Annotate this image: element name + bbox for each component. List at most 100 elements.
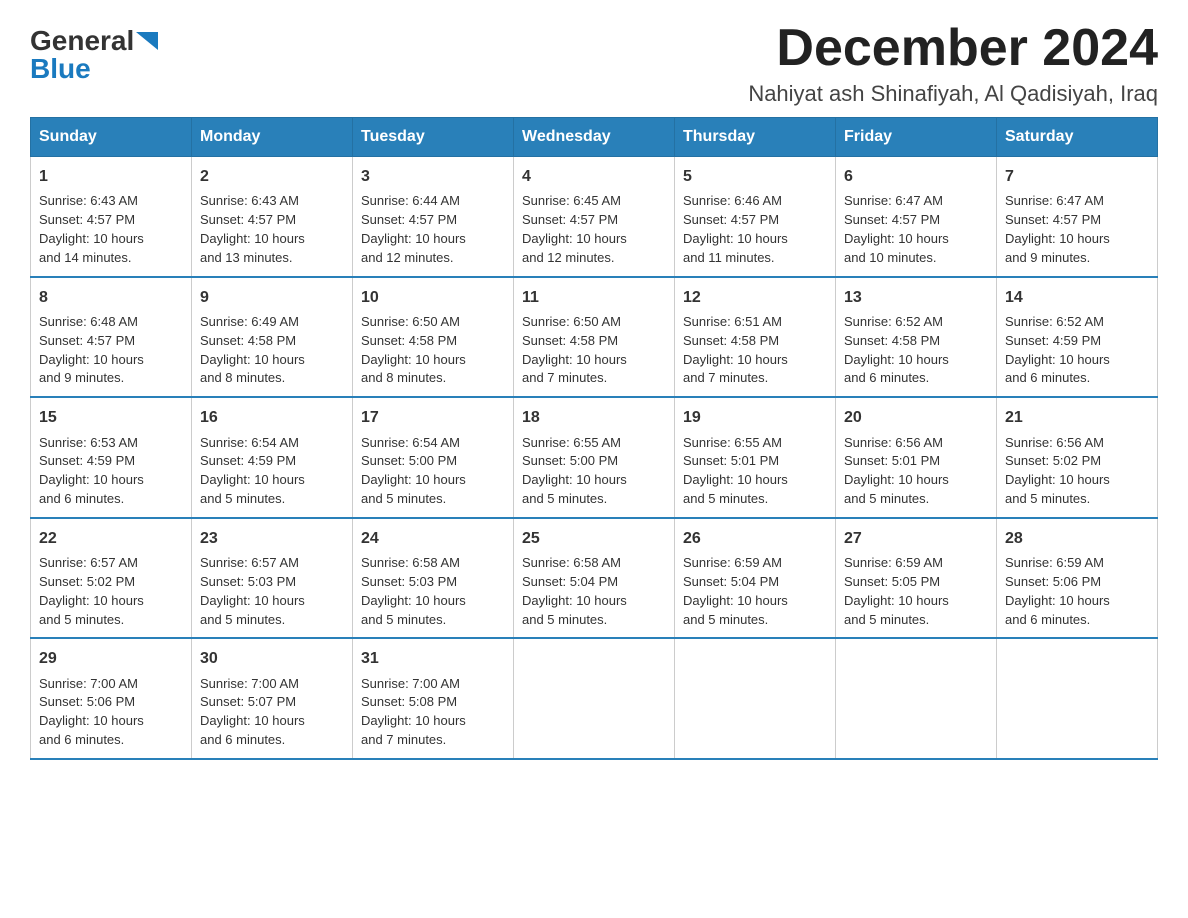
sunrise-label: Sunrise: 6:58 AM: [361, 555, 460, 570]
daylight-label: Daylight: 10 hours: [844, 352, 949, 367]
col-sunday: Sunday: [31, 118, 192, 157]
daylight-minutes: and 8 minutes.: [361, 370, 446, 385]
sunset-label: Sunset: 5:03 PM: [361, 574, 457, 589]
day-number: 24: [361, 527, 505, 550]
cell-w5-d1: 30 Sunrise: 7:00 AM Sunset: 5:07 PM Dayl…: [192, 638, 353, 759]
sunset-label: Sunset: 5:03 PM: [200, 574, 296, 589]
sunset-label: Sunset: 4:57 PM: [39, 212, 135, 227]
day-number: 6: [844, 165, 988, 188]
sunrise-label: Sunrise: 7:00 AM: [361, 676, 460, 691]
sunrise-label: Sunrise: 6:59 AM: [1005, 555, 1104, 570]
daylight-label: Daylight: 10 hours: [39, 352, 144, 367]
sunset-label: Sunset: 4:58 PM: [200, 333, 296, 348]
daylight-label: Daylight: 10 hours: [361, 472, 466, 487]
daylight-minutes: and 9 minutes.: [39, 370, 124, 385]
day-number: 22: [39, 527, 183, 550]
sunrise-label: Sunrise: 6:43 AM: [39, 193, 138, 208]
sunrise-label: Sunrise: 6:55 AM: [683, 435, 782, 450]
sunrise-label: Sunrise: 6:59 AM: [683, 555, 782, 570]
daylight-minutes: and 6 minutes.: [200, 732, 285, 747]
sunset-label: Sunset: 5:06 PM: [39, 694, 135, 709]
daylight-minutes: and 6 minutes.: [1005, 370, 1090, 385]
cell-w5-d0: 29 Sunrise: 7:00 AM Sunset: 5:06 PM Dayl…: [31, 638, 192, 759]
day-number: 13: [844, 286, 988, 309]
cell-w1-d6: 7 Sunrise: 6:47 AM Sunset: 4:57 PM Dayli…: [997, 157, 1158, 277]
day-number: 20: [844, 406, 988, 429]
daylight-label: Daylight: 10 hours: [683, 593, 788, 608]
location-title: Nahiyat ash Shinafiyah, Al Qadisiyah, Ir…: [748, 81, 1158, 107]
daylight-label: Daylight: 10 hours: [683, 352, 788, 367]
sunrise-label: Sunrise: 6:56 AM: [844, 435, 943, 450]
cell-w2-d4: 12 Sunrise: 6:51 AM Sunset: 4:58 PM Dayl…: [675, 277, 836, 398]
title-section: December 2024 Nahiyat ash Shinafiyah, Al…: [748, 20, 1158, 107]
calendar-header-row: Sunday Monday Tuesday Wednesday Thursday…: [31, 118, 1158, 157]
daylight-label: Daylight: 10 hours: [844, 472, 949, 487]
sunset-label: Sunset: 4:57 PM: [844, 212, 940, 227]
sunset-label: Sunset: 5:04 PM: [683, 574, 779, 589]
cell-w3-d2: 17 Sunrise: 6:54 AM Sunset: 5:00 PM Dayl…: [353, 397, 514, 518]
daylight-minutes: and 7 minutes.: [361, 732, 446, 747]
cell-w2-d6: 14 Sunrise: 6:52 AM Sunset: 4:59 PM Dayl…: [997, 277, 1158, 398]
daylight-label: Daylight: 10 hours: [200, 231, 305, 246]
logo-icon: General Blue: [30, 25, 158, 85]
cell-w2-d5: 13 Sunrise: 6:52 AM Sunset: 4:58 PM Dayl…: [836, 277, 997, 398]
sunrise-label: Sunrise: 6:57 AM: [200, 555, 299, 570]
daylight-label: Daylight: 10 hours: [1005, 472, 1110, 487]
cell-w1-d0: 1 Sunrise: 6:43 AM Sunset: 4:57 PM Dayli…: [31, 157, 192, 277]
daylight-label: Daylight: 10 hours: [39, 593, 144, 608]
daylight-minutes: and 5 minutes.: [200, 612, 285, 627]
daylight-label: Daylight: 10 hours: [1005, 352, 1110, 367]
daylight-label: Daylight: 10 hours: [361, 231, 466, 246]
daylight-label: Daylight: 10 hours: [200, 352, 305, 367]
sunset-label: Sunset: 5:08 PM: [361, 694, 457, 709]
col-saturday: Saturday: [997, 118, 1158, 157]
daylight-minutes: and 5 minutes.: [683, 491, 768, 506]
daylight-label: Daylight: 10 hours: [522, 472, 627, 487]
cell-w4-d2: 24 Sunrise: 6:58 AM Sunset: 5:03 PM Dayl…: [353, 518, 514, 639]
sunset-label: Sunset: 5:07 PM: [200, 694, 296, 709]
sunset-label: Sunset: 4:57 PM: [200, 212, 296, 227]
cell-w3-d4: 19 Sunrise: 6:55 AM Sunset: 5:01 PM Dayl…: [675, 397, 836, 518]
sunset-label: Sunset: 5:04 PM: [522, 574, 618, 589]
sunset-label: Sunset: 4:59 PM: [200, 453, 296, 468]
cell-w5-d4: [675, 638, 836, 759]
cell-w1-d1: 2 Sunrise: 6:43 AM Sunset: 4:57 PM Dayli…: [192, 157, 353, 277]
sunrise-label: Sunrise: 6:54 AM: [361, 435, 460, 450]
logo: General Blue: [30, 25, 158, 85]
sunset-label: Sunset: 5:02 PM: [1005, 453, 1101, 468]
daylight-label: Daylight: 10 hours: [1005, 593, 1110, 608]
sunrise-label: Sunrise: 6:47 AM: [1005, 193, 1104, 208]
sunrise-label: Sunrise: 6:57 AM: [39, 555, 138, 570]
daylight-label: Daylight: 10 hours: [844, 593, 949, 608]
sunrise-label: Sunrise: 6:52 AM: [1005, 314, 1104, 329]
cell-w3-d0: 15 Sunrise: 6:53 AM Sunset: 4:59 PM Dayl…: [31, 397, 192, 518]
cell-w4-d5: 27 Sunrise: 6:59 AM Sunset: 5:05 PM Dayl…: [836, 518, 997, 639]
sunrise-label: Sunrise: 6:46 AM: [683, 193, 782, 208]
day-number: 1: [39, 165, 183, 188]
daylight-minutes: and 5 minutes.: [522, 491, 607, 506]
daylight-label: Daylight: 10 hours: [522, 352, 627, 367]
cell-w5-d6: [997, 638, 1158, 759]
sunset-label: Sunset: 5:00 PM: [361, 453, 457, 468]
daylight-label: Daylight: 10 hours: [683, 231, 788, 246]
daylight-minutes: and 6 minutes.: [1005, 612, 1090, 627]
day-number: 11: [522, 286, 666, 309]
daylight-minutes: and 5 minutes.: [522, 612, 607, 627]
day-number: 21: [1005, 406, 1149, 429]
sunset-label: Sunset: 4:59 PM: [39, 453, 135, 468]
daylight-label: Daylight: 10 hours: [844, 231, 949, 246]
day-number: 8: [39, 286, 183, 309]
daylight-minutes: and 5 minutes.: [39, 612, 124, 627]
daylight-minutes: and 7 minutes.: [683, 370, 768, 385]
sunrise-label: Sunrise: 6:43 AM: [200, 193, 299, 208]
daylight-label: Daylight: 10 hours: [39, 472, 144, 487]
day-number: 14: [1005, 286, 1149, 309]
day-number: 7: [1005, 165, 1149, 188]
col-wednesday: Wednesday: [514, 118, 675, 157]
cell-w3-d3: 18 Sunrise: 6:55 AM Sunset: 5:00 PM Dayl…: [514, 397, 675, 518]
cell-w4-d1: 23 Sunrise: 6:57 AM Sunset: 5:03 PM Dayl…: [192, 518, 353, 639]
sunrise-label: Sunrise: 7:00 AM: [39, 676, 138, 691]
cell-w1-d3: 4 Sunrise: 6:45 AM Sunset: 4:57 PM Dayli…: [514, 157, 675, 277]
sunset-label: Sunset: 4:58 PM: [844, 333, 940, 348]
sunrise-label: Sunrise: 6:44 AM: [361, 193, 460, 208]
